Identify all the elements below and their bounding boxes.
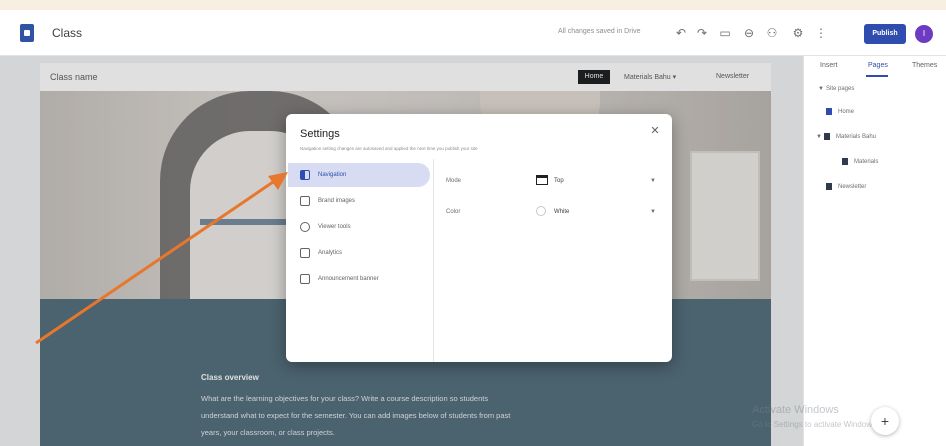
annotation-arrow-line <box>35 178 277 345</box>
annotation-arrow-head <box>268 172 288 190</box>
annotation-arrow <box>35 172 288 345</box>
screen: Class All changes saved in Drive ↶ ↷ ▭ ⊖… <box>0 0 946 446</box>
